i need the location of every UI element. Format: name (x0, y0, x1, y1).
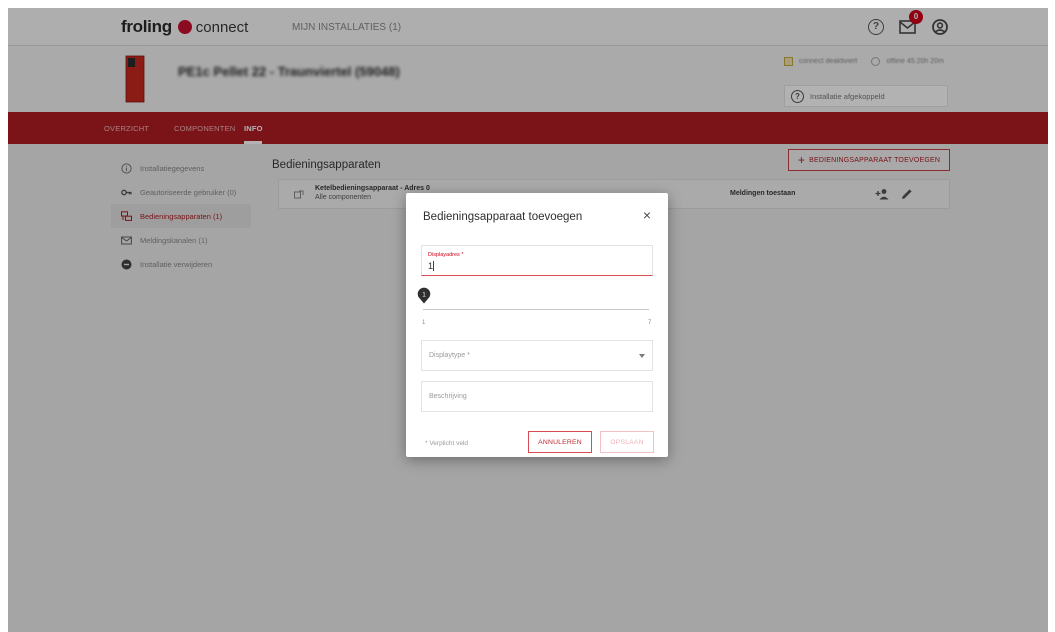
slider-thumb[interactable]: 1 (417, 287, 431, 304)
save-button[interactable]: OPSLAAN (600, 431, 654, 453)
display-address-slider[interactable] (423, 309, 649, 310)
dialog-title: Bedieningsapparaat toevoegen (423, 211, 583, 223)
close-icon[interactable]: × (640, 208, 654, 222)
display-address-input[interactable] (428, 261, 528, 271)
description-field[interactable]: Beschrijving (421, 381, 653, 412)
cancel-button[interactable]: ANNULEREN (528, 431, 592, 453)
add-control-device-dialog: Bedieningsapparaat toevoegen × Displayad… (406, 193, 668, 457)
display-type-select[interactable]: Displaytype * (421, 340, 653, 371)
required-field-note: * Verplicht veld (425, 440, 468, 447)
display-address-field[interactable]: Displayadres * (421, 245, 653, 276)
chevron-down-icon (639, 354, 645, 358)
display-type-placeholder: Displaytype * (429, 352, 470, 359)
display-address-label: Displayadres * (428, 252, 464, 258)
slider-max-label: 7 (648, 320, 652, 326)
description-placeholder: Beschrijving (429, 393, 467, 400)
slider-min-label: 1 (422, 320, 426, 326)
app-window: froling connect MIJN INSTALLATIES (1) ? … (8, 8, 1048, 632)
text-caret (433, 261, 434, 271)
